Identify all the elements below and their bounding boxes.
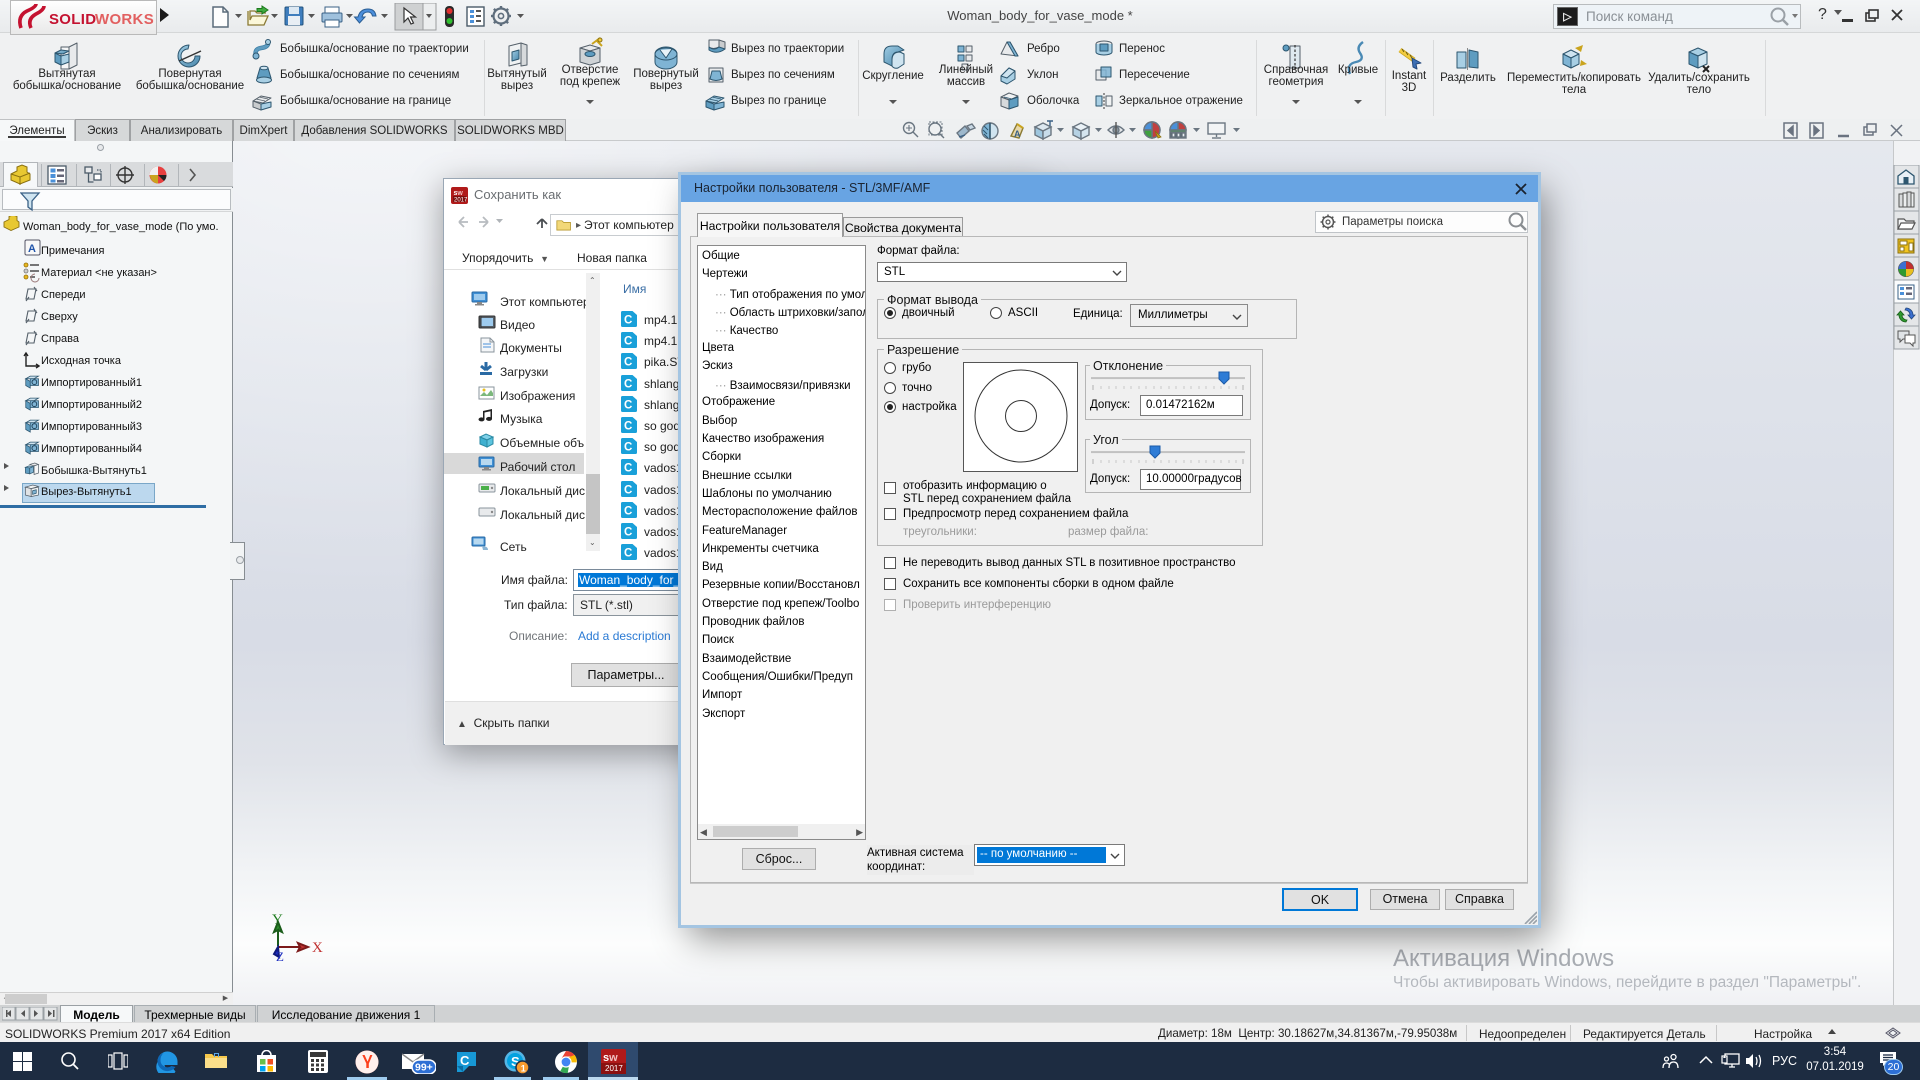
svg-text:1: 1 — [521, 1063, 526, 1073]
svg-text:X: X — [312, 940, 323, 956]
svg-text:C: C — [624, 315, 632, 327]
svg-text:C: C — [624, 548, 632, 560]
svg-text:WORKS: WORKS — [95, 11, 154, 28]
svg-text:C: C — [624, 463, 632, 475]
svg-text:C: C — [624, 399, 632, 411]
svg-text:A: A — [28, 243, 36, 255]
svg-text:C: C — [624, 484, 632, 496]
svg-text:C: C — [624, 378, 632, 390]
svg-text:2017: 2017 — [605, 1064, 623, 1073]
svg-text:C: C — [624, 527, 632, 539]
svg-text:99+: 99+ — [415, 1062, 433, 1074]
svg-text:C: C — [460, 1053, 470, 1068]
svg-text:C: C — [624, 505, 632, 517]
svg-text:C: C — [624, 357, 632, 369]
svg-text:Z: Z — [276, 949, 284, 961]
svg-text:sw: sw — [603, 1052, 618, 1064]
svg-text:C: C — [624, 442, 632, 454]
svg-text:A: A — [1014, 129, 1021, 139]
svg-text:sw: sw — [454, 190, 464, 197]
svg-text:SOLID: SOLID — [49, 11, 96, 28]
svg-text:C: C — [624, 336, 632, 348]
svg-text:C: C — [624, 421, 632, 433]
svg-text:2017: 2017 — [454, 198, 468, 204]
